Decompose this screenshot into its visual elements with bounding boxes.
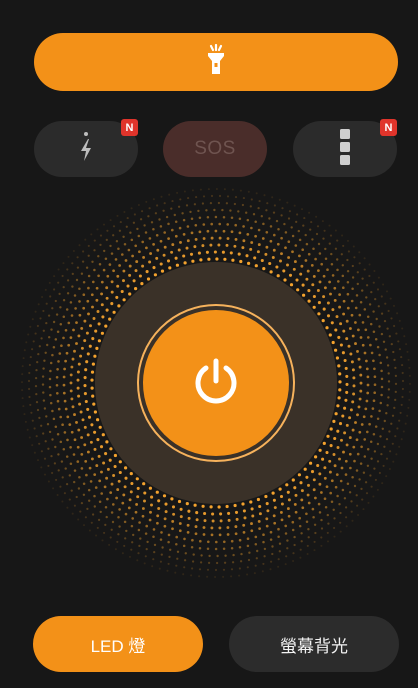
flash-mode-button[interactable]: N: [34, 119, 138, 177]
new-badge: N: [121, 119, 138, 136]
screen-light-label: 螢幕背光: [280, 636, 348, 656]
power-ring: [137, 304, 295, 462]
screen-light-button[interactable]: 螢幕背光: [229, 616, 399, 672]
power-icon: [188, 353, 244, 414]
new-badge: N: [380, 119, 397, 136]
power-button[interactable]: [143, 310, 289, 456]
sos-mode-button[interactable]: SOS: [163, 121, 267, 177]
led-light-button[interactable]: LED 燈: [33, 616, 203, 672]
light-mode-button[interactable]: N: [293, 119, 397, 177]
flashlight-icon: [205, 43, 227, 81]
flash-bolt-icon: [77, 131, 95, 168]
sos-label: SOS: [194, 138, 236, 159]
flashlight-toggle-bar[interactable]: [34, 33, 398, 91]
led-light-label: LED 燈: [90, 636, 146, 656]
light-blocks-icon: [339, 128, 351, 170]
power-dial: [0, 180, 418, 600]
